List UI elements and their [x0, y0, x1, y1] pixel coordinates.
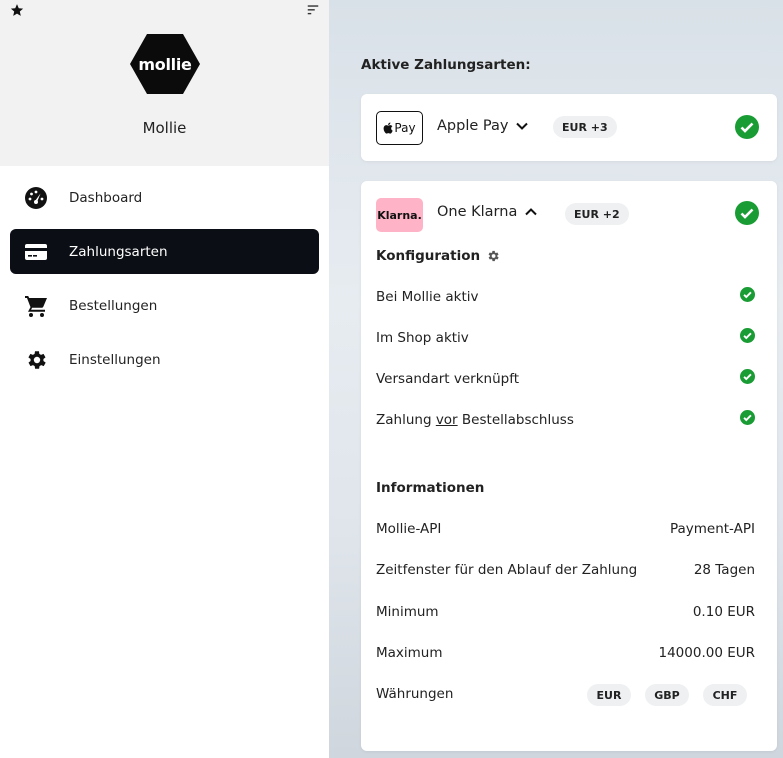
brand-name: Mollie [142, 119, 187, 137]
sidebar-item-dashboard[interactable]: Dashboard [10, 175, 319, 220]
apple-pay-logo: Pay [376, 111, 423, 145]
config-row-shipping-linked: Versandart verknüpft [376, 371, 520, 387]
apple-pay-toggle[interactable]: Apple Pay [437, 118, 529, 134]
gear-icon [28, 351, 46, 369]
payment-method-name: One Klarna [437, 204, 518, 220]
sidebar-item-einstellungen[interactable]: Einstellungen [10, 337, 319, 382]
information-heading: Informationen [376, 480, 485, 496]
klarna-logo: Klarna. [376, 198, 423, 232]
currency-tag: GBP [645, 684, 689, 706]
sort-menu-icon[interactable] [306, 3, 320, 17]
gear-icon[interactable] [486, 249, 500, 263]
info-label: Mollie-API [376, 521, 442, 537]
chevron-up-icon [525, 208, 538, 216]
check-circle-icon [740, 287, 755, 302]
shopping-cart-icon [25, 296, 47, 317]
configuration-heading: Konfiguration [376, 248, 500, 264]
sidebar-item-zahlungsarten[interactable]: Zahlungsarten [10, 229, 319, 274]
currency-badge: EUR +2 [565, 203, 629, 225]
payment-method-card-klarna: Klarna. One Klarna EUR +2 Konfiguration … [361, 181, 777, 751]
star-icon[interactable] [10, 3, 24, 17]
sidebar: mollie Mollie Dashboard Zahlungsarten Be… [0, 0, 329, 758]
info-label: Maximum [376, 645, 443, 661]
sidebar-item-label: Bestellungen [69, 297, 158, 314]
check-circle-icon [740, 410, 755, 425]
credit-card-icon [25, 244, 47, 260]
check-circle-icon [735, 201, 759, 225]
info-value: 0.10 EUR [692, 604, 755, 620]
check-circle-icon [740, 328, 755, 343]
chevron-down-icon [516, 122, 529, 130]
info-label: Minimum [376, 604, 439, 620]
mollie-logo: mollie [129, 33, 201, 95]
sidebar-item-label: Zahlungsarten [69, 243, 168, 260]
sidebar-item-label: Einstellungen [69, 351, 161, 368]
sidebar-item-label: Dashboard [69, 189, 143, 206]
config-row-payment-before-order: Zahlung vor Bestellabschluss [376, 412, 574, 428]
section-title: Aktive Zahlungsarten: [361, 57, 531, 73]
main-content: Aktive Zahlungsarten: Pay Apple Pay EUR … [329, 0, 783, 758]
config-row-mollie-active: Bei Mollie aktiv [376, 289, 479, 305]
sidebar-item-bestellungen[interactable]: Bestellungen [10, 283, 319, 328]
check-circle-icon [740, 369, 755, 384]
info-value: 28 Tagen [693, 562, 755, 578]
info-value: Payment-API [669, 521, 755, 537]
underlined-word: vor [435, 412, 458, 428]
currency-tag: CHF [703, 684, 747, 706]
dashboard-gauge-icon [25, 187, 47, 209]
currency-badge: EUR +3 [553, 116, 617, 138]
payment-method-name: Apple Pay [437, 118, 509, 134]
sidebar-nav: Dashboard Zahlungsarten Bestellungen Ein… [10, 175, 319, 391]
klarna-toggle[interactable]: One Klarna [437, 204, 538, 220]
info-label: Zeitfenster für den Ablauf der Zahlung [376, 562, 638, 578]
currencies-label: Währungen [376, 686, 454, 702]
check-circle-icon [735, 115, 759, 139]
currency-tag: EUR [587, 684, 631, 706]
info-value: 14000.00 EUR [658, 645, 756, 661]
config-row-shop-active: Im Shop aktiv [376, 330, 469, 346]
payment-method-card-apple-pay[interactable]: Pay Apple Pay EUR +3 [361, 94, 777, 161]
sidebar-header: mollie Mollie [0, 0, 329, 166]
